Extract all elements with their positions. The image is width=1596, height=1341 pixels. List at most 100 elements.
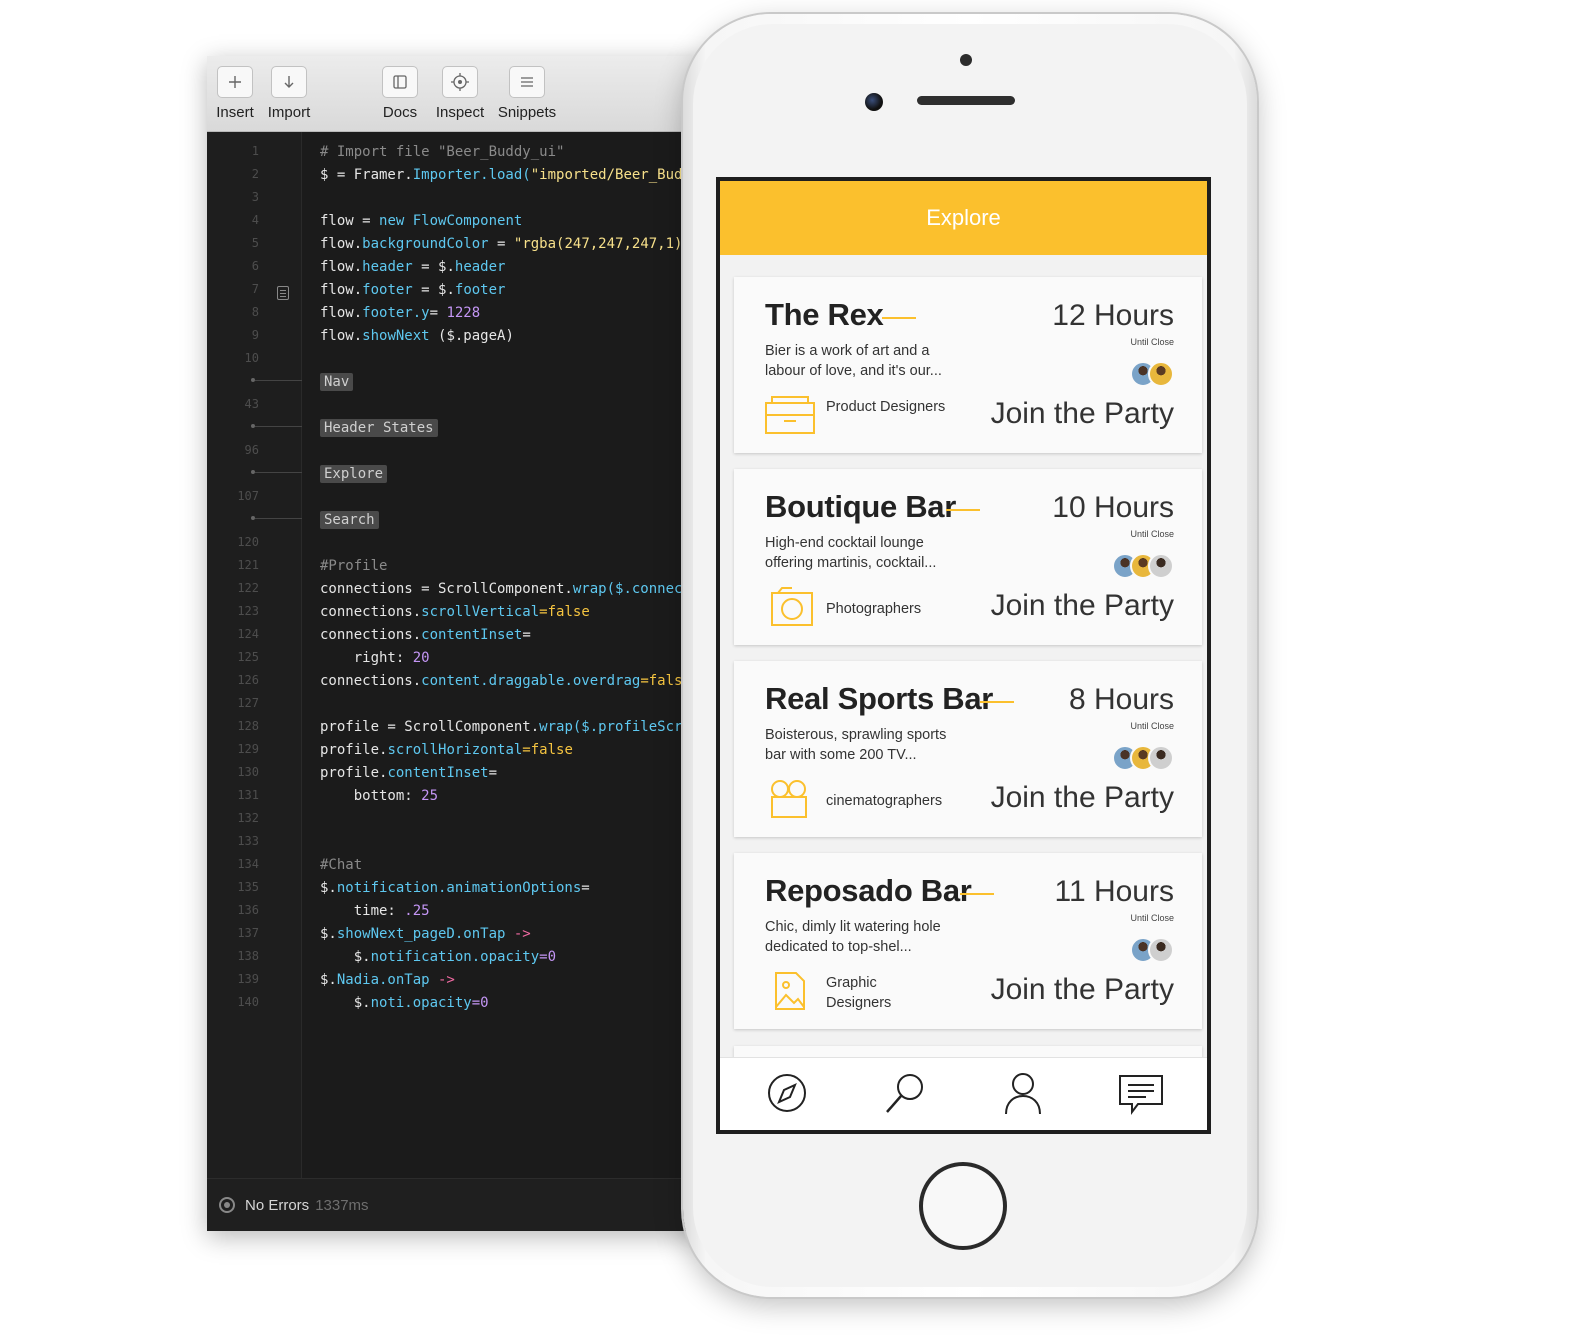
bar-card[interactable]: Reposado Bar 11 Hours Until Close Chic, … [734,853,1202,1029]
code-line: $.notification.opacity=0 [320,949,557,965]
line-number: 121 [237,558,259,572]
join-party-button[interactable]: Join the Party [991,397,1174,431]
bar-name: Real Sports Bar [765,681,994,716]
film-camera-icon [771,780,807,818]
line-number: 123 [237,604,259,618]
line-number: 140 [237,995,259,1009]
line-number: 107 [237,489,259,503]
line-number: 129 [237,742,259,756]
bar-card[interactable]: Real Sports Bar 8 Hours Until Close Bois… [734,661,1202,837]
bar-description: Chic, dimly lit watering hole dedicated … [765,919,941,955]
attendee-avatars[interactable] [1130,361,1174,387]
code-line: profile.contentInset= [320,765,498,781]
line-number: 135 [237,880,259,894]
fold-nav[interactable]: Nav [320,373,354,391]
download-arrow-icon [271,66,307,98]
docs-label: Docs [382,104,418,121]
chat-icon[interactable] [1118,1070,1164,1116]
hours-remaining: 12 Hours [1052,299,1174,332]
join-party-button[interactable]: Join the Party [991,781,1174,815]
hours-remaining: 8 Hours [1068,683,1174,716]
code-line: #Profile [320,558,388,574]
inspect-button[interactable]: Inspect [433,66,487,121]
code-editor-window: Insert Import Docs Inspect Snippets 1 2 … [207,56,707,1231]
code-line: connections.content.draggable.overdrag=f… [320,673,691,689]
bar-card[interactable]: The Rex 12 Hours Until Close Bier is a w… [734,277,1202,453]
fold-header-states[interactable]: Header States [320,419,438,437]
code-line: flow.showNext ($.pageA) [320,328,514,344]
sidebar-panel-icon [382,66,418,98]
insert-button[interactable]: Insert [215,66,255,121]
fold-explore[interactable]: Explore [320,465,388,483]
attendee-avatars[interactable] [1130,937,1174,963]
target-icon [219,1197,235,1213]
code-line: $.noti.opacity=0 [320,995,489,1011]
snippets-label: Snippets [497,104,557,121]
insert-label: Insert [216,104,254,121]
line-number: 132 [237,811,259,825]
hours-remaining: 11 Hours [1054,875,1174,908]
compass-icon[interactable] [764,1070,810,1116]
join-party-button[interactable]: Join the Party [991,973,1174,1007]
page-title: Explore [926,205,1001,230]
until-close-label: Until Close [1130,913,1174,923]
code-line: flow.backgroundColor = "rgba(247,247,247… [320,236,691,252]
search-icon[interactable] [882,1070,928,1116]
code-line: $.notification.animationOptions= [320,880,590,896]
import-button[interactable]: Import [267,66,311,121]
avatar [1148,937,1174,963]
profile-icon[interactable] [1000,1070,1046,1116]
category-label: Product Designers [826,399,946,415]
code-line: $ = Framer.Importer.load("imported/Beer_… [320,167,707,183]
inspect-label: Inspect [435,104,485,121]
fold-search[interactable]: Search [320,511,379,529]
code-line: connections.scrollVertical=false [320,604,590,620]
status-time: 1337ms [315,1196,369,1214]
code-line: flow.footer.y= 1228 [320,305,481,321]
line-number: 9 [251,328,259,342]
document-fold-icon[interactable] [277,286,289,300]
code-line: profile = ScrollComponent.wrap($.profile… [320,719,707,735]
title-accent-line [960,893,994,895]
line-number: 139 [237,972,259,986]
until-close-label: Until Close [1130,337,1174,347]
code-line: profile.scrollHorizontal=false [320,742,573,758]
line-number: 126 [237,673,259,687]
phone-screen: Explore The Rex 12 Hours Until Close Bie… [716,177,1211,1134]
app-header: Explore [720,181,1207,255]
wallet-icon [765,396,815,434]
proximity-sensor [960,54,972,66]
line-number: 10 [244,351,259,365]
join-party-button[interactable]: Join the Party [991,589,1174,623]
docs-button[interactable]: Docs [380,66,420,121]
code-line: # Import file "Beer_Buddy_ui" [320,144,565,160]
code-line: connections.contentInset= [320,627,531,643]
code-area[interactable]: # Import file "Beer_Buddy_ui" $ = Framer… [302,132,707,1179]
until-close-label: Until Close [1130,529,1174,539]
line-number: 3 [251,190,259,204]
code-line: $.showNext_pageD.onTap -> [320,926,531,942]
code-line: $.Nadia.onTap -> [320,972,455,988]
line-number: 124 [237,627,259,641]
avatar [1148,745,1174,771]
line-number: 1 [251,144,259,158]
bar-card[interactable]: Boutique Bar 10 Hours Until Close High-e… [734,469,1202,645]
avatar [1148,553,1174,579]
code-line: #Chat [320,857,363,873]
line-number: 130 [237,765,259,779]
snippets-button[interactable]: Snippets [495,66,559,121]
attendee-avatars[interactable] [1112,745,1174,771]
line-number: 43 [244,397,259,411]
editor-toolbar: Insert Import Docs Inspect Snippets [207,56,707,132]
earpiece-speaker [917,96,1015,105]
avatar [1148,361,1174,387]
line-number: 120 [237,535,259,549]
home-button[interactable] [919,1162,1007,1250]
attendee-avatars[interactable] [1112,553,1174,579]
category-label: Photographers [826,601,922,617]
line-number-gutter: 1 2 3 4 5 6 7 8 9 10 43 96 107 120 121 1… [207,132,323,1179]
line-number: 128 [237,719,259,733]
bar-name: The Rex [765,297,884,332]
bar-description: Bier is a work of art and a labour of lo… [765,343,942,379]
bar-description: Boisterous, sprawling sports bar with so… [765,727,947,763]
